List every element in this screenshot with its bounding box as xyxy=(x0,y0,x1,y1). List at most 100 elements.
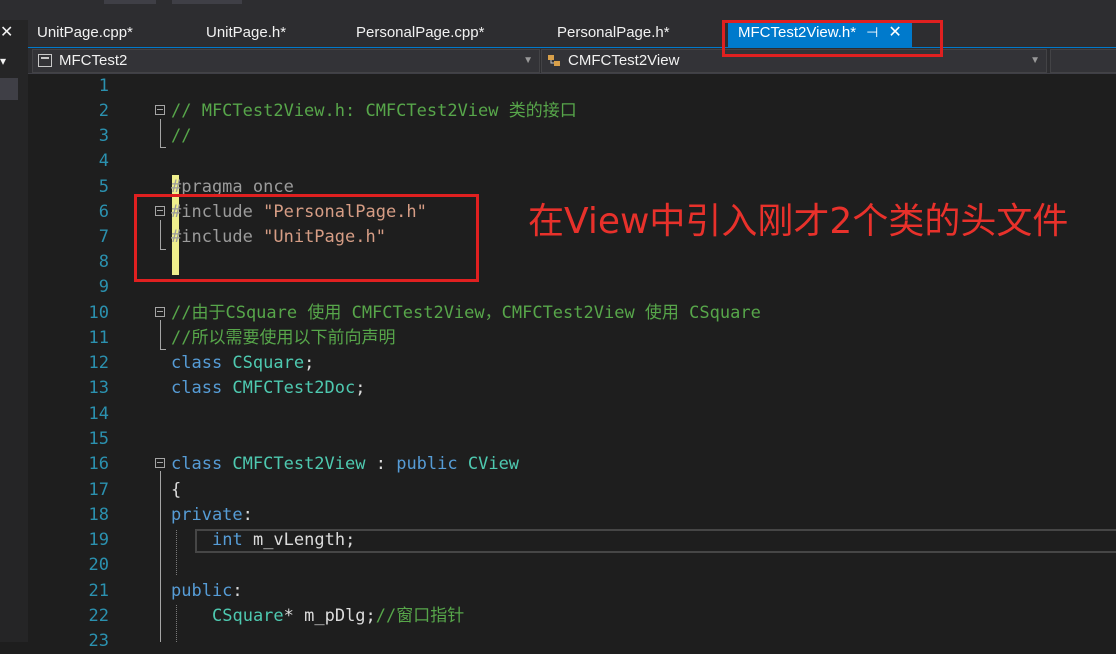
code-line: 13 class CMFCTest2Doc; xyxy=(28,376,1116,401)
comment: // xyxy=(171,126,192,146)
line-number: 1 xyxy=(98,76,109,96)
comment: //所以需要使用以下前向声明 xyxy=(171,328,396,348)
line-number: 12 xyxy=(88,353,109,373)
member-name: * m_pDlg; xyxy=(283,606,376,626)
type-name: CSquare xyxy=(212,606,284,626)
scope-label: CMFCTest2View xyxy=(568,52,680,69)
keyword: class xyxy=(171,378,233,398)
code-line: 1 xyxy=(28,74,1116,99)
keyword: class xyxy=(171,353,233,373)
line-number: 16 xyxy=(88,454,109,474)
type-name: CSquare xyxy=(232,353,305,373)
forward-declaration: class CMFCTest2Doc; xyxy=(171,376,366,401)
member-name: m_vLength; xyxy=(252,530,356,550)
chevron-down-icon: ▼ xyxy=(1030,55,1040,66)
line-number: 21 xyxy=(88,581,109,601)
comment: // MFCTest2View.h: CMFCTest2View 类的接口 xyxy=(171,101,577,121)
project-icon xyxy=(38,54,52,67)
tab-label: UnitPage.h* xyxy=(206,24,287,41)
code-line: 14 xyxy=(28,402,1116,427)
navigation-bar: MFCTest2 ▼ CMFCTest2View ▼ xyxy=(28,48,1116,74)
fold-toggle-icon[interactable] xyxy=(155,105,165,115)
member-declaration: int m_vLength; xyxy=(212,528,355,553)
member-dropdown[interactable] xyxy=(1050,49,1116,73)
tab-personalpage-cpp[interactable]: PersonalPage.cpp* xyxy=(356,20,484,47)
code-line: 20 xyxy=(28,553,1116,578)
code-editor[interactable]: 1 2 // MFCTest2View.h: CMFCTest2View 类的接… xyxy=(28,74,1116,651)
code-line: 3 // xyxy=(28,124,1116,149)
line-number: 22 xyxy=(88,606,109,626)
punctuation: ; xyxy=(355,378,366,398)
code-line: 16 class CMFCTest2View : public CView xyxy=(28,452,1116,477)
code-line: 19 int m_vLength; xyxy=(28,528,1116,553)
class-declaration: class CMFCTest2View : public CView xyxy=(171,452,519,477)
line-number: 18 xyxy=(88,505,109,525)
punctuation: : xyxy=(242,505,253,525)
access-specifier: public: xyxy=(171,579,243,604)
type-name: CView xyxy=(467,454,520,474)
line-number: 11 xyxy=(88,328,109,348)
code-line: 18 private: xyxy=(28,503,1116,528)
keyword: class xyxy=(171,454,233,474)
highlight-box-active-tab xyxy=(722,20,943,57)
line-number: 19 xyxy=(88,530,109,550)
annotation-text: 在View中引入刚才2个类的头文件 xyxy=(528,201,1069,242)
selected-panel-item[interactable] xyxy=(0,78,18,100)
punctuation: ; xyxy=(304,353,315,373)
line-number: 6 xyxy=(98,202,109,222)
title-strip xyxy=(0,0,1116,20)
class-icon xyxy=(548,55,560,66)
line-number: 14 xyxy=(88,404,109,424)
code-line: 4 xyxy=(28,149,1116,174)
tab-unitpage-cpp[interactable]: UnitPage.cpp* xyxy=(37,20,133,47)
keyword: public xyxy=(171,581,233,601)
code-line: 21 public: xyxy=(28,579,1116,604)
fold-toggle-icon[interactable] xyxy=(155,307,165,317)
project-label: MFCTest2 xyxy=(59,52,128,69)
punctuation: : xyxy=(365,454,397,474)
line-number: 8 xyxy=(98,252,109,272)
brace: { xyxy=(171,480,182,500)
code-line: 11 //所以需要使用以下前向声明 xyxy=(28,326,1116,351)
line-number: 2 xyxy=(98,101,109,121)
tab-unitpage-h[interactable]: UnitPage.h* xyxy=(206,20,286,47)
tab-label: PersonalPage.cpp* xyxy=(356,24,485,41)
tab-label: UnitPage.cpp* xyxy=(37,24,133,41)
line-number: 9 xyxy=(98,277,109,297)
punctuation: : xyxy=(232,581,243,601)
code-line: 22 CSquare* m_pDlg;//窗口指针 xyxy=(28,604,1116,629)
fold-toggle-icon[interactable] xyxy=(155,458,165,468)
keyword: public xyxy=(396,454,468,474)
forward-declaration: class CSquare; xyxy=(171,351,314,376)
line-number: 5 xyxy=(98,177,109,197)
document-tab-bar: UnitPage.cpp* UnitPage.h* PersonalPage.c… xyxy=(28,20,1116,49)
chevron-down-icon: ▼ xyxy=(523,55,533,66)
line-number: 20 xyxy=(88,555,109,575)
line-number: 13 xyxy=(88,378,109,398)
close-icon[interactable]: ✕ xyxy=(0,22,13,44)
toolbar-chip xyxy=(104,0,156,4)
keyword: private xyxy=(171,505,243,525)
line-number: 10 xyxy=(88,303,109,323)
tab-personalpage-h[interactable]: PersonalPage.h* xyxy=(557,20,670,47)
tab-label: PersonalPage.h* xyxy=(557,24,670,41)
code-line: 10 //由于CSquare 使用 CMFCTest2View，CMFCTest… xyxy=(28,301,1116,326)
comment: //由于CSquare 使用 CMFCTest2View，CMFCTest2Vi… xyxy=(171,303,761,323)
member-declaration: CSquare* m_pDlg;//窗口指针 xyxy=(212,604,464,629)
line-number: 3 xyxy=(98,126,109,146)
chevron-down-icon[interactable]: ▾ xyxy=(0,52,6,70)
access-specifier: private: xyxy=(171,503,253,528)
comment: //窗口指针 xyxy=(375,606,465,626)
keyword: int xyxy=(212,530,253,550)
type-name: CMFCTest2View xyxy=(232,454,366,474)
code-line: 17 { xyxy=(28,478,1116,503)
toolbar-chip xyxy=(172,0,242,4)
solution-panel-edge: ✕ ▾ xyxy=(0,20,29,642)
code-line: 15 xyxy=(28,427,1116,452)
line-number: 15 xyxy=(88,429,109,449)
line-number: 17 xyxy=(88,480,109,500)
line-number: 7 xyxy=(98,227,109,247)
type-name: CMFCTest2Doc xyxy=(232,378,356,398)
line-number: 4 xyxy=(98,151,109,171)
project-dropdown[interactable]: MFCTest2 ▼ xyxy=(32,49,540,73)
